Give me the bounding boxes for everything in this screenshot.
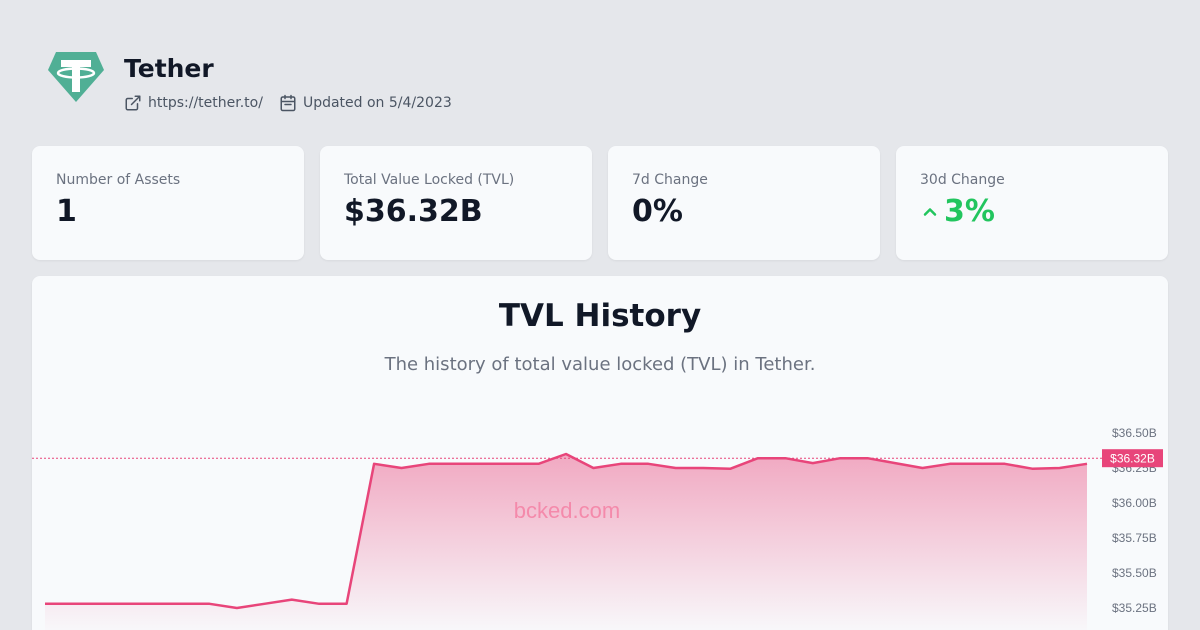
stat-value: $36.32B — [344, 194, 483, 229]
stat-card-7d-change: 7d Change 0% — [608, 146, 880, 260]
y-tick-label: $36.50B — [1112, 426, 1157, 440]
stat-label: Total Value Locked (TVL) — [344, 172, 515, 188]
tether-logo — [48, 52, 104, 102]
external-link-icon — [125, 95, 141, 111]
stat-value: 1 — [56, 194, 77, 229]
watermark: bcked.com — [514, 498, 620, 523]
y-tick-label: $35.50B — [1112, 566, 1157, 580]
stat-value: 3% — [920, 194, 995, 229]
stat-card-tvl: Total Value Locked (TVL) $36.32B — [320, 146, 592, 260]
stat-value: 0% — [632, 194, 683, 229]
tvl-history-card: TVL History The history of total value l… — [32, 276, 1168, 630]
stat-card-assets: Number of Assets 1 — [32, 146, 304, 260]
stat-card-30d-change: 30d Change 3% — [896, 146, 1168, 260]
header-meta: https://tether.to/ Updated on 5/4/2023 — [124, 94, 468, 112]
website-link-text: https://tether.to/ — [148, 95, 263, 111]
stat-label: Number of Assets — [56, 172, 181, 188]
calendar-icon — [280, 94, 296, 112]
stat-label: 30d Change — [920, 172, 1005, 188]
chevron-up-icon — [923, 207, 937, 216]
y-tick-label: $36.00B — [1112, 496, 1157, 510]
tvl-chart[interactable]: bcked.com$36.50B$36.25B$36.00B$35.75B$35… — [32, 276, 1168, 630]
website-link[interactable]: https://tether.to/ — [124, 94, 263, 112]
y-tick-label: $35.25B — [1112, 601, 1157, 615]
current-value-label: $36.32B — [1110, 452, 1155, 466]
updated-text: Updated on 5/4/2023 — [302, 95, 452, 111]
page-title: Tether — [124, 54, 214, 83]
updated-date: Updated on 5/4/2023 — [279, 94, 452, 112]
y-tick-label: $35.75B — [1112, 531, 1157, 545]
header: Tether https://tether.to/ Updated on 5/4… — [46, 48, 746, 118]
stat-label: 7d Change — [632, 172, 708, 188]
